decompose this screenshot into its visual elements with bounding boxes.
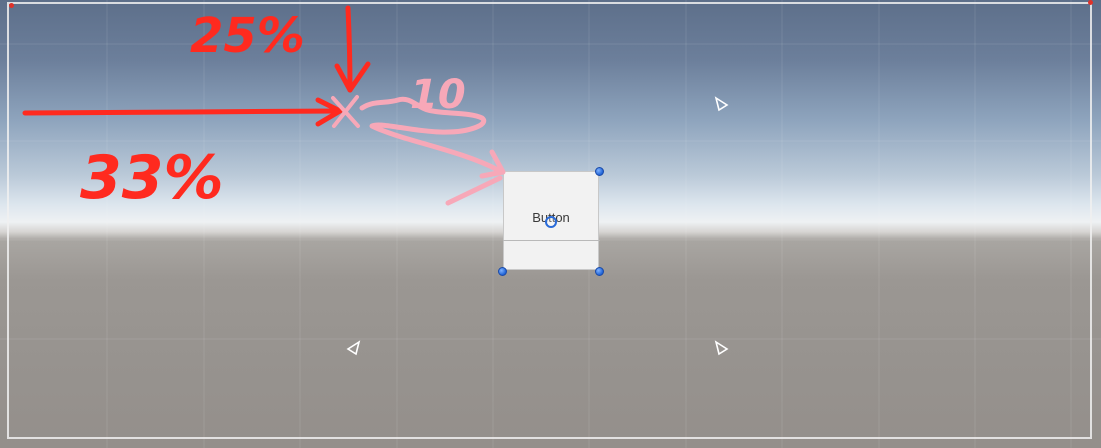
canvas-corner-icon: [9, 3, 14, 8]
rect-handle-icon[interactable]: [498, 267, 507, 276]
rect-handle-icon[interactable]: [595, 267, 604, 276]
canvas-corner-icon: [1088, 0, 1093, 5]
rect-handle-icon[interactable]: [595, 167, 604, 176]
anchor-triangle-icon[interactable]: [712, 96, 730, 112]
anchor-triangle-icon[interactable]: [712, 340, 730, 356]
anchor-triangle-icon[interactable]: [345, 340, 363, 356]
scene-viewport[interactable]: Button 25% 33% 10: [0, 0, 1101, 448]
rect-guide-line: [503, 240, 600, 241]
pivot-circle-icon[interactable]: [545, 216, 557, 228]
